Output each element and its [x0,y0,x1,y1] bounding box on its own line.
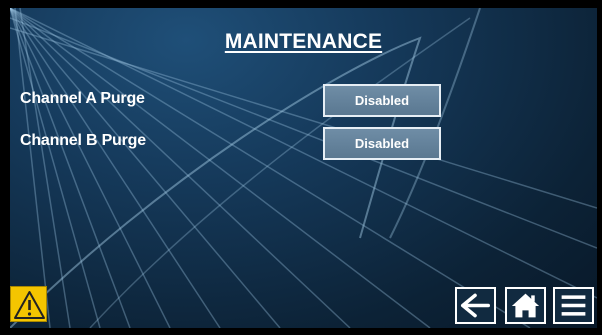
menu-button[interactable] [553,287,594,324]
channel-a-purge-label: Channel A Purge [20,90,145,107]
page-title: MAINTENANCE [224,30,383,53]
channel-a-purge-toggle[interactable]: Disabled [323,84,441,117]
warning-icon [14,291,45,319]
home-button[interactable] [505,287,546,324]
channel-b-purge-toggle[interactable]: Disabled [323,127,441,160]
channel-b-purge-label: Channel B Purge [20,132,146,149]
home-icon [511,293,540,318]
menu-icon [561,295,586,316]
device-frame: MAINTENANCE Channel A Purge Disabled Cha… [0,0,602,335]
screen: MAINTENANCE Channel A Purge Disabled Cha… [10,8,597,328]
back-button[interactable] [455,287,496,324]
background-decoration [10,8,597,328]
arrow-left-icon [461,293,490,318]
warning-button[interactable] [10,286,47,322]
